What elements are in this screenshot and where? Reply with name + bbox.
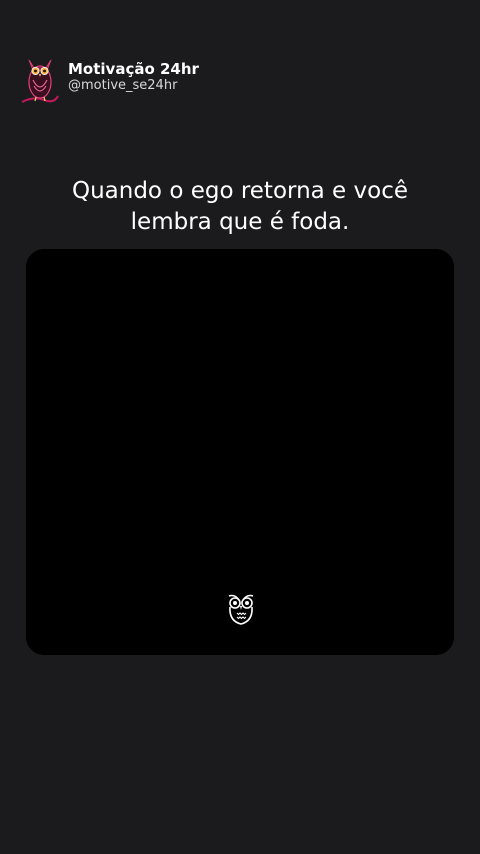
post-caption: Quando o ego retorna e você lembra que é… — [71, 178, 408, 235]
media-frame[interactable] — [26, 249, 454, 655]
owl-icon — [226, 591, 256, 630]
avatar[interactable] — [20, 50, 60, 110]
profile-header: Motivação 24hr @motive_se24hr — [20, 50, 199, 110]
owl-icon — [20, 50, 60, 110]
profile-handle[interactable]: @motive_se24hr — [68, 78, 199, 94]
profile-name[interactable]: Motivação 24hr — [68, 60, 199, 78]
